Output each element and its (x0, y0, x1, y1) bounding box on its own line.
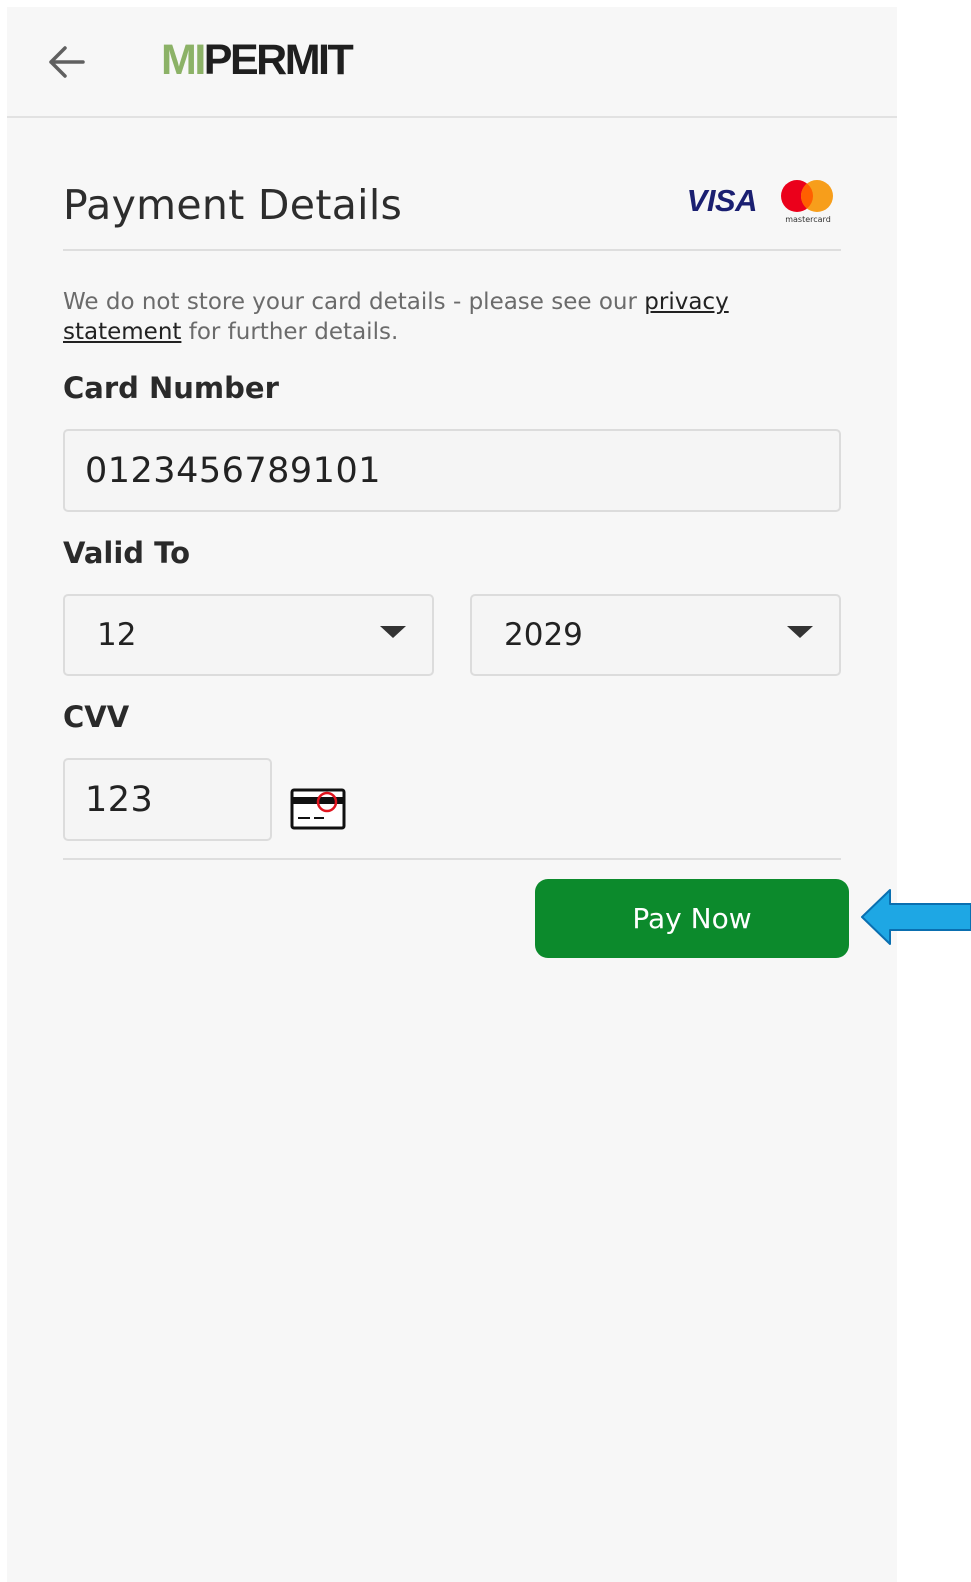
card-cvv-icon (290, 788, 346, 830)
back-button[interactable] (43, 39, 89, 85)
mastercard-wordmark: mastercard (785, 215, 831, 224)
visa-logo: VISA (686, 183, 758, 218)
notice-text: We do not store your card details - plea… (63, 289, 645, 315)
pay-now-button[interactable]: Pay Now (535, 879, 849, 958)
caret-down-icon (787, 626, 813, 638)
card-number-input[interactable] (65, 431, 839, 510)
notice-tail: for further details. (181, 319, 399, 345)
cvv-label: CVV (63, 700, 130, 734)
blue-arrow-pointer (861, 889, 971, 945)
accepted-cards: VISA mastercard (687, 175, 837, 227)
expiry-month-value: 12 (97, 617, 137, 653)
card-number-label: Card Number (63, 371, 279, 405)
card-number-field[interactable] (63, 429, 841, 512)
cvv-field[interactable] (63, 758, 272, 841)
payment-title-row: Payment Details VISA mastercard (63, 175, 841, 251)
mipermit-logo: MIPERMIT (161, 35, 354, 85)
expiry-month-select[interactable]: 12 (63, 594, 434, 676)
app-screen: MIPERMIT Payment Details VISA mastercard… (7, 7, 897, 1582)
page-title: Payment Details (63, 181, 403, 229)
privacy-notice: We do not store your card details - plea… (63, 287, 843, 347)
valid-to-label: Valid To (63, 536, 191, 570)
cvv-input[interactable] (65, 760, 270, 839)
caret-down-icon (380, 626, 406, 638)
expiry-year-value: 2029 (504, 617, 583, 653)
form-divider (63, 858, 841, 860)
arrow-left-icon (49, 46, 85, 78)
mastercard-logo: mastercard (779, 178, 837, 224)
logo-mi: MI (161, 36, 206, 84)
app-header: MIPERMIT (7, 7, 897, 118)
expiry-year-select[interactable]: 2029 (470, 594, 841, 676)
logo-permit: PERMIT (203, 36, 354, 84)
